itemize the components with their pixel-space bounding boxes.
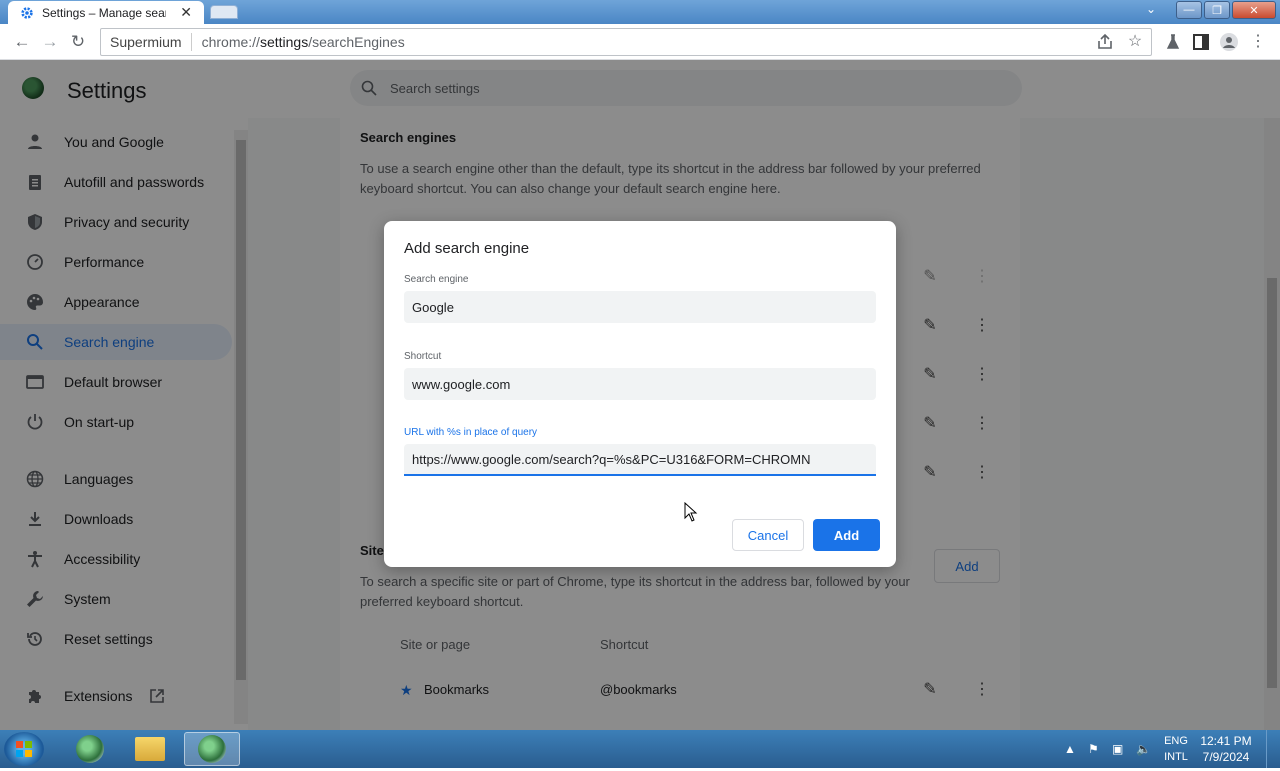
clock-date: 7/9/2024 — [1202, 750, 1250, 764]
start-button[interactable] — [4, 732, 44, 766]
system-clock[interactable]: 12:41 PM 7/9/2024 — [1195, 733, 1257, 765]
action-center-flag-icon[interactable]: ⚑ — [1088, 730, 1099, 768]
windows-logo-icon — [16, 741, 32, 757]
browser-app-icon — [76, 735, 104, 763]
window-controls: — ❐ ✕ — [1176, 1, 1276, 19]
tray-overflow-icon[interactable]: ▲ — [1064, 730, 1076, 768]
url-input[interactable]: https://www.google.com/search?q=%s&PC=U3… — [404, 444, 876, 476]
omnibox-host-chip: Supermium — [101, 33, 192, 51]
minimize-button[interactable]: — — [1176, 1, 1202, 19]
labs-flask-icon[interactable] — [1163, 32, 1183, 52]
omnibox-url: chrome://settings/searchEngines — [201, 34, 405, 50]
close-window-button[interactable]: ✕ — [1232, 1, 1276, 19]
browser-tab[interactable]: Settings – Manage sear ✕ — [8, 1, 204, 24]
add-search-engine-dialog: Add search engine Search engine Google S… — [384, 221, 896, 567]
search-engine-input[interactable]: Google — [404, 291, 876, 323]
supermium-app-icon — [198, 735, 226, 763]
windows-taskbar: ▲ ⚑ ▣ 🔈 ENG INTL 12:41 PM 7/9/2024 — [0, 730, 1280, 768]
tab-search-chevron-icon[interactable]: ⌄ — [1146, 2, 1156, 16]
profile-avatar-icon[interactable] — [1219, 32, 1239, 52]
dialog-title: Add search engine — [404, 240, 530, 257]
menu-kebab-icon[interactable]: ⋮ — [1248, 32, 1268, 52]
side-panel-icon[interactable] — [1191, 32, 1211, 52]
tab-title: Settings – Manage sear — [42, 5, 166, 20]
url-label: URL with %s in place of query — [404, 427, 538, 438]
reload-icon[interactable]: ↻ — [66, 30, 90, 54]
show-desktop-button[interactable] — [1266, 730, 1280, 768]
new-tab-button[interactable] — [210, 5, 238, 19]
browser-toolbar: ← → ↻ Supermium chrome://settings/search… — [0, 24, 1280, 60]
clock-time: 12:41 PM — [1200, 734, 1252, 748]
gear-icon — [21, 6, 33, 19]
folder-icon — [135, 737, 165, 761]
mouse-cursor-icon — [684, 502, 698, 522]
cancel-button[interactable]: Cancel — [732, 519, 804, 551]
bookmark-star-icon[interactable]: ☆ — [1125, 32, 1145, 52]
address-bar[interactable]: Supermium chrome://settings/searchEngine… — [100, 28, 1152, 56]
search-engine-label: Search engine — [404, 274, 469, 285]
shortcut-input[interactable]: www.google.com — [404, 368, 876, 400]
taskbar-browser-app[interactable] — [62, 732, 118, 766]
maximize-button[interactable]: ❐ — [1204, 1, 1230, 19]
add-button[interactable]: Add — [813, 519, 880, 551]
network-icon[interactable]: ▣ — [1112, 730, 1123, 768]
shortcut-label: Shortcut — [404, 351, 442, 362]
taskbar-supermium-app[interactable] — [184, 732, 240, 766]
back-icon[interactable]: ← — [10, 30, 34, 54]
keyboard-layout: INTL — [1164, 751, 1188, 763]
language-indicator[interactable]: ENG INTL — [1160, 733, 1192, 765]
taskbar-explorer-app[interactable] — [122, 732, 178, 766]
share-icon[interactable] — [1095, 32, 1115, 52]
tab-close-icon[interactable]: ✕ — [180, 4, 192, 21]
language-code: ENG — [1164, 735, 1188, 747]
window-titlebar: Settings – Manage sear ✕ ⌄ — ❐ ✕ — [0, 0, 1280, 24]
volume-muted-icon[interactable]: 🔈 — [1136, 730, 1151, 768]
forward-icon[interactable]: → — [38, 30, 62, 54]
